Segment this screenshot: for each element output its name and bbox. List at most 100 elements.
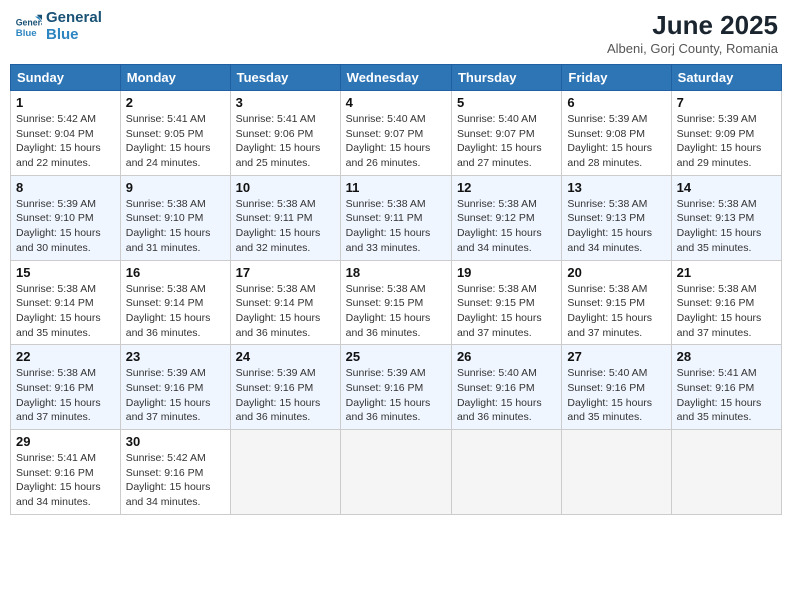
day-info: Sunrise: 5:38 AM Sunset: 9:11 PM Dayligh… bbox=[236, 197, 335, 256]
day-info: Sunrise: 5:38 AM Sunset: 9:13 PM Dayligh… bbox=[567, 197, 665, 256]
calendar-day-cell: 13 Sunrise: 5:38 AM Sunset: 9:13 PM Dayli… bbox=[562, 175, 671, 260]
day-number: 29 bbox=[16, 434, 115, 449]
calendar-day-cell: 5Sunrise: 5:40 AM Sunset: 9:07 PM Daylig… bbox=[451, 91, 561, 176]
day-number: 10 bbox=[236, 180, 335, 195]
calendar-day-cell: 10 Sunrise: 5:38 AM Sunset: 9:11 PM Dayli… bbox=[230, 175, 340, 260]
svg-text:Blue: Blue bbox=[16, 27, 37, 38]
day-number: 16 bbox=[126, 265, 225, 280]
calendar-day-cell bbox=[671, 430, 781, 515]
day-number: 26 bbox=[457, 349, 556, 364]
day-number: 11 bbox=[346, 180, 446, 195]
calendar-day-cell: 11 Sunrise: 5:38 AM Sunset: 9:11 PM Dayli… bbox=[340, 175, 451, 260]
day-info: Sunrise: 5:38 AM Sunset: 9:14 PM Dayligh… bbox=[236, 282, 335, 341]
calendar-day-cell: 19 Sunrise: 5:38 AM Sunset: 9:15 PM Dayli… bbox=[451, 260, 561, 345]
day-number: 7 bbox=[677, 95, 776, 110]
day-info: Sunrise: 5:38 AM Sunset: 9:10 PM Dayligh… bbox=[126, 197, 225, 256]
day-number: 20 bbox=[567, 265, 665, 280]
day-number: 18 bbox=[346, 265, 446, 280]
day-info: Sunrise: 5:42 AM Sunset: 9:16 PM Dayligh… bbox=[126, 451, 225, 510]
calendar-week-row: 8Sunrise: 5:39 AM Sunset: 9:10 PM Daylig… bbox=[11, 175, 782, 260]
calendar-day-cell: 23Sunrise: 5:39 AM Sunset: 9:16 PM Dayli… bbox=[120, 345, 230, 430]
calendar-day-cell bbox=[340, 430, 451, 515]
day-info: Sunrise: 5:38 AM Sunset: 9:16 PM Dayligh… bbox=[16, 366, 115, 425]
weekday-header-monday: Monday bbox=[120, 65, 230, 91]
calendar-day-cell: 16 Sunrise: 5:38 AM Sunset: 9:14 PM Dayli… bbox=[120, 260, 230, 345]
calendar-day-cell: 6Sunrise: 5:39 AM Sunset: 9:08 PM Daylig… bbox=[562, 91, 671, 176]
calendar-day-cell: 1Sunrise: 5:42 AM Sunset: 9:04 PM Daylig… bbox=[11, 91, 121, 176]
day-info: Sunrise: 5:38 AM Sunset: 9:12 PM Dayligh… bbox=[457, 197, 556, 256]
day-info: Sunrise: 5:40 AM Sunset: 9:16 PM Dayligh… bbox=[457, 366, 556, 425]
day-info: Sunrise: 5:41 AM Sunset: 9:16 PM Dayligh… bbox=[677, 366, 776, 425]
day-number: 5 bbox=[457, 95, 556, 110]
day-number: 25 bbox=[346, 349, 446, 364]
day-number: 9 bbox=[126, 180, 225, 195]
calendar-day-cell: 9 Sunrise: 5:38 AM Sunset: 9:10 PM Daylig… bbox=[120, 175, 230, 260]
day-number: 3 bbox=[236, 95, 335, 110]
calendar-day-cell: 2 Sunrise: 5:41 AM Sunset: 9:05 PM Daylig… bbox=[120, 91, 230, 176]
day-number: 30 bbox=[126, 434, 225, 449]
day-info: Sunrise: 5:41 AM Sunset: 9:16 PM Dayligh… bbox=[16, 451, 115, 510]
day-number: 22 bbox=[16, 349, 115, 364]
weekday-header-sunday: Sunday bbox=[11, 65, 121, 91]
day-info: Sunrise: 5:38 AM Sunset: 9:11 PM Dayligh… bbox=[346, 197, 446, 256]
day-number: 19 bbox=[457, 265, 556, 280]
day-number: 2 bbox=[126, 95, 225, 110]
weekday-header-saturday: Saturday bbox=[671, 65, 781, 91]
calendar-day-cell: 20 Sunrise: 5:38 AM Sunset: 9:15 PM Dayli… bbox=[562, 260, 671, 345]
calendar-week-row: 29 Sunrise: 5:41 AM Sunset: 9:16 PM Dayli… bbox=[11, 430, 782, 515]
logo-icon: General Blue bbox=[14, 13, 42, 41]
day-info: Sunrise: 5:38 AM Sunset: 9:15 PM Dayligh… bbox=[346, 282, 446, 341]
day-number: 24 bbox=[236, 349, 335, 364]
logo-name: General Blue bbox=[46, 10, 102, 43]
calendar-day-cell: 17 Sunrise: 5:38 AM Sunset: 9:14 PM Dayli… bbox=[230, 260, 340, 345]
calendar-day-cell: 26 Sunrise: 5:40 AM Sunset: 9:16 PM Dayli… bbox=[451, 345, 561, 430]
calendar-day-cell: 8Sunrise: 5:39 AM Sunset: 9:10 PM Daylig… bbox=[11, 175, 121, 260]
calendar-day-cell: 24Sunrise: 5:39 AM Sunset: 9:16 PM Dayli… bbox=[230, 345, 340, 430]
calendar-day-cell: 29 Sunrise: 5:41 AM Sunset: 9:16 PM Dayli… bbox=[11, 430, 121, 515]
day-info: Sunrise: 5:38 AM Sunset: 9:15 PM Dayligh… bbox=[457, 282, 556, 341]
calendar-day-cell: 28Sunrise: 5:41 AM Sunset: 9:16 PM Dayli… bbox=[671, 345, 781, 430]
day-number: 21 bbox=[677, 265, 776, 280]
day-number: 8 bbox=[16, 180, 115, 195]
day-number: 13 bbox=[567, 180, 665, 195]
day-info: Sunrise: 5:38 AM Sunset: 9:16 PM Dayligh… bbox=[677, 282, 776, 341]
day-number: 27 bbox=[567, 349, 665, 364]
calendar-day-cell: 12Sunrise: 5:38 AM Sunset: 9:12 PM Dayli… bbox=[451, 175, 561, 260]
weekday-header-tuesday: Tuesday bbox=[230, 65, 340, 91]
day-info: Sunrise: 5:39 AM Sunset: 9:09 PM Dayligh… bbox=[677, 112, 776, 171]
calendar-week-row: 15Sunrise: 5:38 AM Sunset: 9:14 PM Dayli… bbox=[11, 260, 782, 345]
calendar-day-cell: 14Sunrise: 5:38 AM Sunset: 9:13 PM Dayli… bbox=[671, 175, 781, 260]
calendar-day-cell: 21 Sunrise: 5:38 AM Sunset: 9:16 PM Dayli… bbox=[671, 260, 781, 345]
calendar-day-cell: 4 Sunrise: 5:40 AM Sunset: 9:07 PM Daylig… bbox=[340, 91, 451, 176]
day-info: Sunrise: 5:39 AM Sunset: 9:08 PM Dayligh… bbox=[567, 112, 665, 171]
calendar-day-cell: 3 Sunrise: 5:41 AM Sunset: 9:06 PM Daylig… bbox=[230, 91, 340, 176]
day-info: Sunrise: 5:38 AM Sunset: 9:13 PM Dayligh… bbox=[677, 197, 776, 256]
day-info: Sunrise: 5:41 AM Sunset: 9:06 PM Dayligh… bbox=[236, 112, 335, 171]
weekday-header-friday: Friday bbox=[562, 65, 671, 91]
day-info: Sunrise: 5:41 AM Sunset: 9:05 PM Dayligh… bbox=[126, 112, 225, 171]
day-number: 23 bbox=[126, 349, 225, 364]
weekday-header-thursday: Thursday bbox=[451, 65, 561, 91]
day-info: Sunrise: 5:38 AM Sunset: 9:15 PM Dayligh… bbox=[567, 282, 665, 341]
day-number: 17 bbox=[236, 265, 335, 280]
calendar-day-cell: 30 Sunrise: 5:42 AM Sunset: 9:16 PM Dayli… bbox=[120, 430, 230, 515]
calendar-day-cell bbox=[451, 430, 561, 515]
calendar-day-cell: 27 Sunrise: 5:40 AM Sunset: 9:16 PM Dayli… bbox=[562, 345, 671, 430]
calendar-day-cell: 25 Sunrise: 5:39 AM Sunset: 9:16 PM Dayli… bbox=[340, 345, 451, 430]
logo: General Blue General Blue bbox=[14, 10, 102, 43]
calendar-day-cell bbox=[230, 430, 340, 515]
day-info: Sunrise: 5:38 AM Sunset: 9:14 PM Dayligh… bbox=[126, 282, 225, 341]
day-info: Sunrise: 5:40 AM Sunset: 9:16 PM Dayligh… bbox=[567, 366, 665, 425]
day-info: Sunrise: 5:38 AM Sunset: 9:14 PM Dayligh… bbox=[16, 282, 115, 341]
calendar-table: SundayMondayTuesdayWednesdayThursdayFrid… bbox=[10, 64, 782, 515]
day-info: Sunrise: 5:40 AM Sunset: 9:07 PM Dayligh… bbox=[346, 112, 446, 171]
day-number: 1 bbox=[16, 95, 115, 110]
calendar-week-row: 22 Sunrise: 5:38 AM Sunset: 9:16 PM Dayli… bbox=[11, 345, 782, 430]
day-number: 4 bbox=[346, 95, 446, 110]
calendar-day-cell: 15Sunrise: 5:38 AM Sunset: 9:14 PM Dayli… bbox=[11, 260, 121, 345]
title-area: June 2025 Albeni, Gorj County, Romania bbox=[607, 10, 778, 56]
calendar-day-cell bbox=[562, 430, 671, 515]
day-info: Sunrise: 5:39 AM Sunset: 9:16 PM Dayligh… bbox=[346, 366, 446, 425]
location: Albeni, Gorj County, Romania bbox=[607, 41, 778, 56]
calendar-week-row: 1Sunrise: 5:42 AM Sunset: 9:04 PM Daylig… bbox=[11, 91, 782, 176]
